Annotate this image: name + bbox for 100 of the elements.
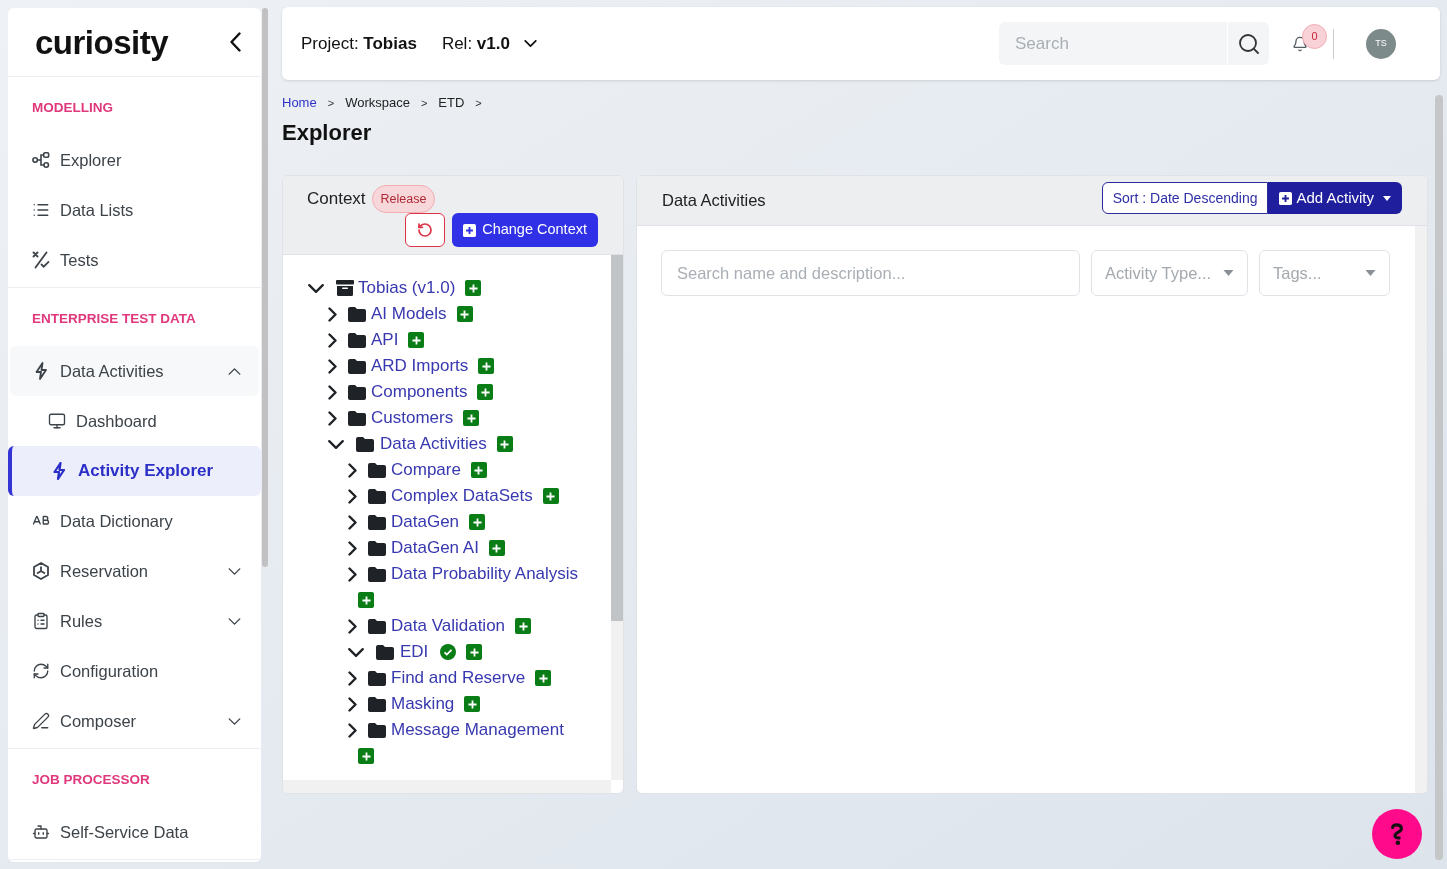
- chevron-left-icon[interactable]: [230, 32, 241, 52]
- tree-item[interactable]: Components: [371, 379, 468, 405]
- add-button[interactable]: [463, 410, 480, 426]
- search-field[interactable]: Search: [999, 22, 1227, 65]
- panel-title: Data Activities: [662, 190, 766, 212]
- tree-item[interactable]: AI Models: [371, 301, 447, 327]
- plus-icon: [474, 465, 484, 475]
- scrollbar-track[interactable]: [1415, 226, 1427, 793]
- sidebar-item[interactable]: Reservation: [8, 546, 261, 596]
- tree-item[interactable]: DataGen AI: [391, 535, 479, 561]
- list-icon: [32, 201, 50, 219]
- search-field[interactable]: Search name and description...: [661, 250, 1080, 296]
- chevron-right-icon[interactable]: [348, 670, 357, 686]
- tree-item[interactable]: Message Management: [391, 717, 564, 743]
- reset-button[interactable]: [405, 213, 446, 247]
- add-button[interactable]: [469, 514, 486, 530]
- add-button[interactable]: [535, 670, 552, 686]
- sidebar-item[interactable]: Explorer: [8, 135, 261, 185]
- tree-item[interactable]: ARD Imports: [371, 353, 469, 379]
- breadcrumb-link[interactable]: Home: [282, 95, 317, 111]
- sidebar-item[interactable]: Data Dictionary: [8, 496, 261, 546]
- plus-square-icon: [1279, 191, 1293, 205]
- chevron-down-icon[interactable]: [328, 439, 344, 449]
- plus-icon: [500, 439, 510, 449]
- tree-item[interactable]: Data Probability Analysis: [391, 561, 579, 587]
- add-button[interactable]: [465, 280, 482, 296]
- chevron-right-icon[interactable]: [328, 410, 337, 426]
- chevron-right-icon[interactable]: [348, 540, 357, 556]
- bell-icon[interactable]: [1292, 34, 1308, 53]
- scrollbar-thumb[interactable]: [262, 8, 268, 567]
- chevron-right-icon[interactable]: [328, 332, 337, 348]
- chevron-right-icon[interactable]: [328, 384, 337, 400]
- breadcrumb-separator: >: [420, 96, 428, 111]
- chevron-right-icon[interactable]: [328, 358, 337, 374]
- tree-item[interactable]: Customers: [371, 405, 454, 431]
- tree-item[interactable]: Compare: [391, 457, 461, 483]
- chevron-right-icon[interactable]: [348, 722, 357, 738]
- chevron-down-icon[interactable]: [228, 567, 241, 575]
- tree-item[interactable]: Tobias (v1.0): [358, 275, 456, 301]
- add-button[interactable]: [464, 696, 481, 712]
- chevron-down-icon[interactable]: [228, 617, 241, 625]
- add-button[interactable]: [542, 488, 559, 504]
- chevron-right-icon[interactable]: [348, 462, 357, 478]
- chevron-down-icon[interactable]: [348, 647, 364, 657]
- sidebar-item[interactable]: Tests: [8, 235, 261, 285]
- help-button[interactable]: [1372, 809, 1422, 859]
- sidebar-item[interactable]: Data Lists: [8, 185, 261, 235]
- chevron-right-icon[interactable]: [348, 566, 357, 582]
- tree-item[interactable]: Data Activities: [380, 431, 487, 457]
- tree-item[interactable]: Find and Reserve: [391, 665, 526, 691]
- tree-item[interactable]: Masking: [391, 691, 455, 717]
- question-mark-icon: [1390, 822, 1404, 846]
- add-button[interactable]: [456, 306, 473, 322]
- chevron-right-icon[interactable]: [328, 306, 337, 322]
- add-activity-button[interactable]: Add Activity: [1268, 182, 1402, 214]
- scrollbar-thumb[interactable]: [611, 255, 623, 621]
- add-button[interactable]: [478, 358, 495, 374]
- sidebar-item[interactable]: Self-Service Data: [8, 807, 261, 857]
- chevron-right-icon[interactable]: [348, 696, 357, 712]
- scrollbar-thumb[interactable]: [1435, 95, 1443, 860]
- change-context-button[interactable]: Change Context: [452, 213, 598, 247]
- avatar[interactable]: TS: [1366, 28, 1396, 59]
- search-button[interactable]: [1227, 22, 1269, 65]
- add-button[interactable]: [515, 618, 532, 634]
- chevron-down-icon[interactable]: [308, 283, 324, 293]
- add-button[interactable]: [496, 436, 513, 452]
- sidebar-item[interactable]: Configuration: [8, 646, 261, 696]
- section-title: JOB PROCESSOR: [31, 771, 151, 789]
- sidebar-item[interactable]: Activity Explorer: [8, 446, 261, 496]
- plus-icon: [411, 335, 421, 345]
- sidebar-item[interactable]: Rules: [8, 596, 261, 646]
- chevron-up-icon[interactable]: [228, 367, 241, 375]
- breadcrumb-item[interactable]: Workspace: [345, 95, 410, 111]
- add-button[interactable]: [488, 540, 505, 556]
- breadcrumb-item[interactable]: ETD: [438, 95, 465, 111]
- sidebar-item[interactable]: Composer: [8, 696, 261, 746]
- tree-item[interactable]: DataGen: [391, 509, 460, 535]
- sort-button[interactable]: Sort : Date Descending: [1101, 182, 1269, 214]
- chevron-right-icon[interactable]: [348, 488, 357, 504]
- tree-item[interactable]: API: [371, 327, 399, 353]
- tree-item[interactable]: Complex DataSets: [391, 483, 533, 509]
- chevron-down-icon: [523, 40, 537, 47]
- add-button[interactable]: [358, 748, 374, 764]
- add-button[interactable]: [470, 462, 487, 478]
- scrollbar-track[interactable]: [283, 780, 611, 793]
- scrollbar-track[interactable]: [611, 255, 623, 780]
- tree-item[interactable]: EDI: [400, 639, 429, 665]
- add-button[interactable]: [466, 644, 483, 660]
- chevron-down-icon[interactable]: [228, 717, 241, 725]
- sidebar-item[interactable]: Data Activities: [10, 346, 259, 396]
- chevron-right-icon[interactable]: [348, 618, 357, 634]
- sidebar-item[interactable]: Dashboard: [8, 396, 261, 446]
- add-button[interactable]: [477, 384, 494, 400]
- tree-item[interactable]: Data Validation: [391, 613, 506, 639]
- release-selector[interactable]: Rel: v1.0: [441, 30, 537, 57]
- plus-icon: [518, 621, 528, 631]
- plus-icon: [466, 413, 476, 423]
- add-button[interactable]: [358, 592, 374, 608]
- add-button[interactable]: [408, 332, 425, 348]
- chevron-right-icon[interactable]: [348, 514, 357, 530]
